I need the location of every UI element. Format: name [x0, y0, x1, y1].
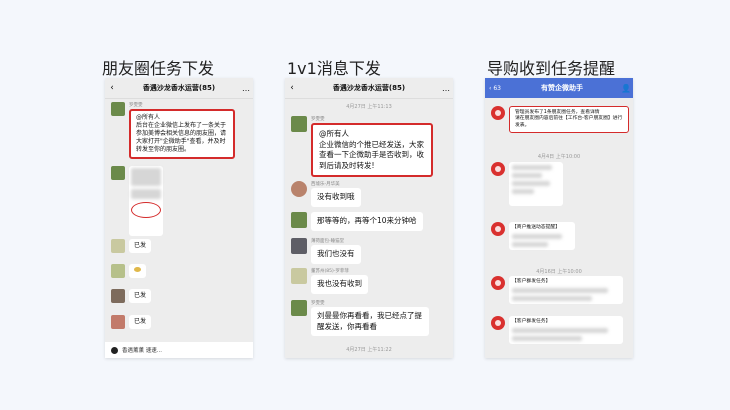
timestamp: 4月16日 上午10:00	[536, 269, 582, 275]
sender-name: 罗雯雯	[129, 103, 143, 108]
task-notice-bubble: 管理员发布了1条朋友圈任务，查看详情 请在朋友圈内容后前往【工作台-客户朋友圈】…	[509, 106, 629, 134]
dynamic-notice-title: 【商户推送动态提醒】	[512, 225, 560, 230]
avatar	[291, 116, 307, 132]
reply-bubble: 已发	[129, 239, 152, 254]
reply-message: 那等等的，再等个10来分钟哈	[291, 212, 423, 231]
reply-bubble: 我也没有收到	[311, 275, 368, 294]
bottom-bar: 香遇薰薰 速速...	[105, 342, 253, 358]
blurred-message	[491, 162, 563, 206]
blurred-bubble	[509, 162, 563, 206]
timestamp: 4月27日 上午11:13	[346, 104, 392, 110]
status-icon	[111, 346, 118, 354]
avatar	[291, 212, 307, 228]
sender-name: 薄荷面包-睡猫堂	[311, 239, 345, 244]
dynamic-notice-message: 【商户推送动态提醒】	[491, 222, 575, 251]
unread-badge: 63	[493, 84, 501, 92]
avatar	[111, 315, 125, 329]
avatar	[291, 268, 307, 284]
final-bubble: 刘曼曼你再看看，我已经点了提醒发送，你再看看	[311, 307, 429, 336]
final-message: 罗雯雯 刘曼曼你再看看，我已经点了提醒发送，你再看看	[291, 300, 429, 336]
group-task-bubble: 【客户群发任务】	[509, 276, 623, 305]
group-task-message: 【客户群发任务】	[491, 276, 623, 305]
chat-header: ‹ 香遇沙龙香水运营(85) …	[285, 78, 453, 99]
avatar	[291, 181, 307, 197]
avatar	[111, 166, 125, 180]
avatar	[111, 239, 125, 253]
chat-title: 香遇沙龙香水运营(85)	[142, 84, 216, 92]
dynamic-notice-bubble: 【商户推送动态提醒】	[509, 222, 575, 251]
avatar	[291, 300, 307, 316]
image-message	[111, 166, 163, 236]
group-task-bubble: 【客户群发任务】	[509, 316, 623, 345]
sender-name: 罗雯雯	[311, 301, 325, 306]
announcement-bubble: @所有人 后台在企业微信上发布了一条关于参加美博会相关信息的朋友圈，请大家打开"…	[129, 109, 235, 160]
group-task-title: 【客户群发任务】	[512, 279, 551, 284]
reply-bubble: 已发	[129, 315, 152, 330]
emoji-message	[111, 264, 146, 279]
reply-bubble: 那等等的，再等个10来分钟哈	[311, 212, 423, 231]
big-bubble: @所有人 企业微信的个推已经发送，大家查看一下企微助手是否收到，收到后请及时转发…	[311, 123, 433, 177]
sender-name: 罗雯雯	[311, 117, 325, 122]
assistant-avatar	[491, 222, 505, 236]
reply-message: 薄荷面包-睡猫堂 我们也没有	[291, 238, 361, 264]
assistant-avatar	[491, 162, 505, 176]
more-icon[interactable]: …	[239, 84, 253, 93]
reply-message: 董苏州(85)-罗菲菲 我也没有收到	[291, 268, 368, 294]
heading-one-to-one: 1v1消息下发	[287, 59, 381, 78]
task-notice-message: 管理员发布了1条朋友圈任务，查看详情 请在朋友圈内容后前往【工作台-客户朋友圈】…	[491, 106, 629, 134]
reply-message: 已发	[111, 239, 152, 254]
profile-icon[interactable]: 👤	[619, 84, 633, 93]
assistant-avatar	[491, 106, 505, 120]
bottom-text: 香遇薰薰 速速...	[122, 348, 162, 354]
announcement-message: 罗雯雯 @所有人 后台在企业微信上发布了一条关于参加美博会相关信息的朋友圈，请大…	[111, 102, 235, 160]
assistant-avatar	[491, 276, 505, 290]
phone-guide: ‹ 63 有赞企微助手 👤 管理员发布了1条朋友圈任务，查看详情 请在朋友圈内容…	[485, 78, 633, 358]
avatar	[291, 238, 307, 254]
reply-message: 西墟乐-月华美 没有收到哦	[291, 181, 361, 207]
assistant-avatar	[491, 316, 505, 330]
reply-message: 已发	[111, 289, 152, 304]
back-icon[interactable]: ‹	[285, 83, 299, 93]
phone-moments: ‹ 香遇沙龙香水运营(85) … 罗雯雯 @所有人 后台在企业微信上发布了一条关…	[105, 78, 253, 358]
reply-bubble: 没有收到哦	[311, 188, 361, 207]
avatar	[111, 102, 125, 116]
sender-name: 西墟乐-月华美	[311, 182, 340, 187]
moments-screenshot[interactable]	[129, 166, 163, 236]
assistant-header: ‹ 63 有赞企微助手 👤	[485, 78, 633, 98]
timestamp: 4月27日 上午11:22	[346, 347, 392, 353]
back-icon[interactable]: ‹	[105, 83, 119, 93]
avatar	[111, 264, 125, 278]
group-task-title: 【客户群发任务】	[512, 319, 551, 324]
heading-guide: 导购收到任务提醒	[487, 59, 616, 78]
more-icon[interactable]: …	[439, 84, 453, 93]
heading-moments: 朋友圈任务下发	[102, 59, 215, 78]
reply-bubble: 已发	[129, 289, 152, 304]
big-message: 罗雯雯 @所有人 企业微信的个推已经发送，大家查看一下企微助手是否收到，收到后请…	[291, 116, 433, 177]
sender-name: 董苏州(85)-罗菲菲	[311, 269, 349, 274]
emoji-bubble	[129, 264, 146, 279]
chat-title: 香遇沙龙香水运营(85)	[332, 84, 406, 92]
group-task-message: 【客户群发任务】	[491, 316, 623, 345]
back-icon[interactable]: ‹ 63	[485, 85, 505, 92]
timestamp: 4月4日 上午10:00	[537, 154, 581, 160]
phone-one-to-one: ‹ 香遇沙龙香水运营(85) … 4月27日 上午11:13 罗雯雯 @所有人 …	[285, 78, 453, 358]
reply-bubble: 我们也没有	[311, 245, 361, 264]
avatar	[111, 289, 125, 303]
assistant-title: 有赞企微助手	[541, 84, 583, 92]
chat-header: ‹ 香遇沙龙香水运营(85) …	[105, 78, 253, 99]
reply-message: 已发	[111, 315, 152, 330]
